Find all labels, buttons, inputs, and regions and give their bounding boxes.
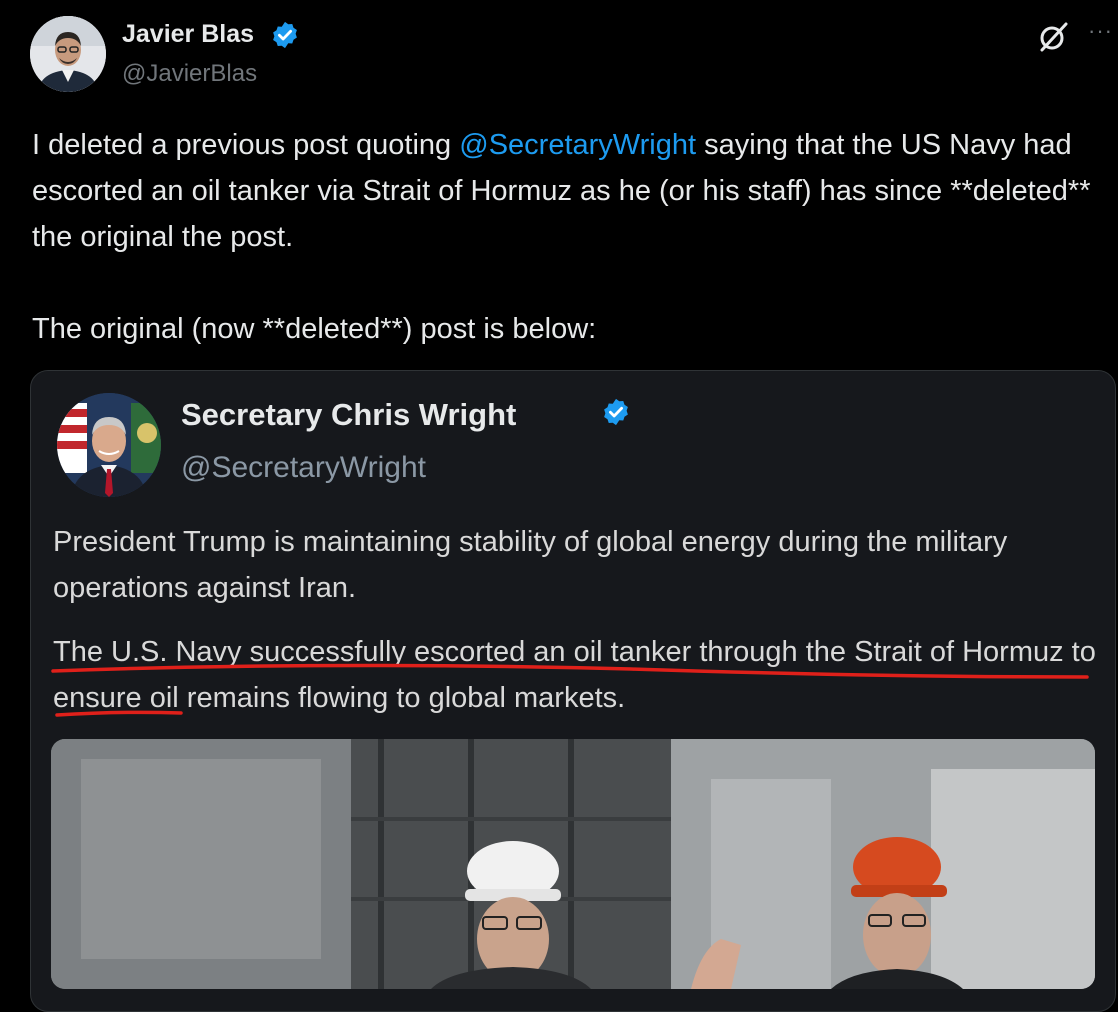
verified-badge-icon <box>604 398 628 426</box>
quoted-author-name[interactable]: Secretary Chris Wright <box>181 397 516 433</box>
quoted-post-text: President Trump is maintaining stability… <box>53 519 1103 721</box>
quoted-post-photo[interactable] <box>51 739 1095 989</box>
post-paragraph-1: I deleted a previous post quoting @Secre… <box>32 122 1112 260</box>
post-text-part: I deleted a previous post quoting <box>32 129 460 161</box>
more-options-icon[interactable]: ··· <box>1088 18 1113 44</box>
author-avatar[interactable] <box>30 16 106 92</box>
author-name[interactable]: Javier Blas <box>122 20 254 49</box>
grok-icon[interactable] <box>1036 20 1070 54</box>
quoted-paragraph-1: President Trump is maintaining stability… <box>53 526 1008 604</box>
mention-link[interactable]: @SecretaryWright <box>459 129 696 161</box>
post-text: I deleted a previous post quoting @Secre… <box>32 122 1112 352</box>
post-paragraph-2: The original (now **deleted**) post is b… <box>32 313 597 345</box>
quoted-author-avatar[interactable] <box>57 393 161 497</box>
quoted-author-avatar-image <box>57 393 161 497</box>
verified-badge-icon <box>273 21 297 49</box>
quoted-paragraph-2: The U.S. Navy successfully escorted an o… <box>53 636 1096 714</box>
quoted-post-card[interactable]: Secretary Chris Wright @SecretaryWright … <box>30 370 1116 1012</box>
author-avatar-image <box>30 16 106 92</box>
quoted-post-photo-image <box>51 739 1095 989</box>
quoted-author-handle[interactable]: @SecretaryWright <box>181 451 426 485</box>
author-handle[interactable]: @JavierBlas <box>122 60 257 88</box>
